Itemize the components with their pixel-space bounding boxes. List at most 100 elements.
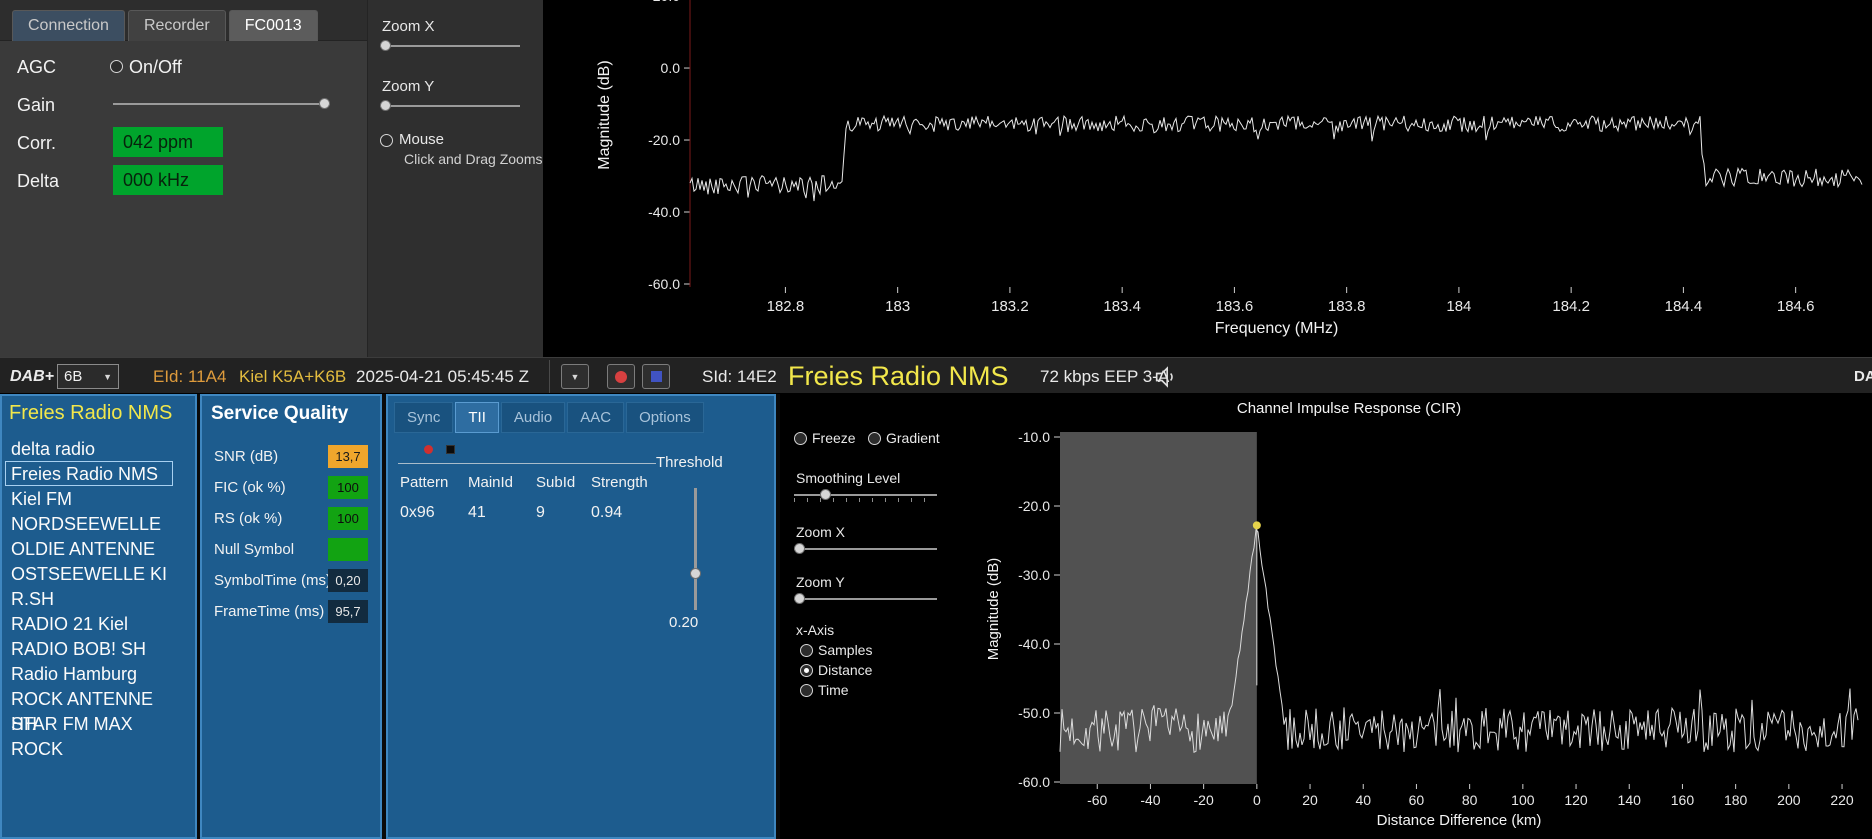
service-list-item[interactable]: delta radio <box>5 436 173 461</box>
service-list-item[interactable]: Freies Radio NMS <box>5 461 173 486</box>
cir-zoom-y-thumb[interactable] <box>794 593 805 604</box>
y-tick-label: -20.0 <box>648 132 680 148</box>
x-tick-label: 184.2 <box>1552 298 1590 315</box>
caret-down-icon: ▼ <box>103 372 112 382</box>
radio-distance[interactable] <box>800 664 813 677</box>
zoom-y-label: Zoom Y <box>382 78 434 95</box>
service-list-item[interactable]: Radio Hamburg <box>5 661 173 686</box>
zoom-y-thumb[interactable] <box>380 100 391 111</box>
threshold-slider[interactable] <box>694 488 697 610</box>
service-list-item[interactable]: R.SH <box>5 586 173 611</box>
service-list-item[interactable]: OSTSEEWELLE KI <box>5 561 173 586</box>
y-tick-label: -40.0 <box>1018 636 1050 652</box>
gain-slider-thumb[interactable] <box>319 98 330 109</box>
cir-zoom-x-slider[interactable] <box>794 548 937 550</box>
y-tick-label: -10.0 <box>1018 429 1050 445</box>
tuner-tab-bar: ConnectionRecorderFC0013 <box>0 0 367 41</box>
service-list-item[interactable]: RADIO BOB! SH <box>5 636 173 661</box>
service-list-item[interactable]: RADIO 21 Kiel <box>5 611 173 636</box>
y-tick-label: 0.0 <box>661 60 681 76</box>
tii-cell-value: 41 <box>468 504 536 522</box>
x-tick-label: 184.4 <box>1665 298 1703 315</box>
rf-spectrum-svg[interactable]: 20.00.0-20.0-40.0-60.0182.8183183.2183.4… <box>543 0 1872 357</box>
channel-select[interactable]: 6B ▼ <box>57 364 119 389</box>
x-tick-label: 80 <box>1462 792 1478 808</box>
tuner-panel: ConnectionRecorderFC0013 AGC On/Off Gain… <box>0 0 368 357</box>
agc-onoff-label: On/Off <box>129 57 182 78</box>
tii-column-header: SubId <box>536 474 591 491</box>
ensemble-id: EId: 11A4 <box>153 358 226 395</box>
zoom-y-slider[interactable] <box>380 105 520 107</box>
x-axis-radio-group: SamplesDistanceTime <box>800 642 920 702</box>
quality-badge: 100 <box>328 507 368 530</box>
tii-column-header: Pattern <box>400 474 468 491</box>
tab-audio[interactable]: Audio <box>501 402 565 433</box>
corr-value: 042 ppm <box>113 127 223 157</box>
service-list-item[interactable]: OLDIE ANTENNE <box>5 536 173 561</box>
tab-sync[interactable]: Sync <box>394 402 453 433</box>
threshold-slider-thumb[interactable] <box>690 568 701 579</box>
mouse-radio[interactable] <box>380 134 393 147</box>
quality-label: FIC (ok %) <box>214 479 286 496</box>
y-axis-title: Magnitude (dB) <box>985 558 1002 661</box>
freeze-radio[interactable] <box>794 432 807 445</box>
smoothing-slider-thumb[interactable] <box>820 489 831 500</box>
x-axis-option-label: Time <box>818 682 849 698</box>
cir-chart[interactable]: -10.0-20.0-30.0-40.0-50.0-60.0-60-40-200… <box>780 394 1872 839</box>
tii-cell-value: 9 <box>536 504 591 522</box>
tab-connection[interactable]: Connection <box>12 10 125 41</box>
tab-recorder[interactable]: Recorder <box>128 10 226 41</box>
x-axis-option: Samples <box>800 642 920 662</box>
tab-aac[interactable]: AAC <box>567 402 624 433</box>
gradient-radio[interactable] <box>868 432 881 445</box>
tab-options[interactable]: Options <box>626 402 704 433</box>
tii-cell-value: 0x96 <box>400 504 468 522</box>
stop-button[interactable] <box>642 364 670 389</box>
cir-zoom-x-thumb[interactable] <box>794 543 805 554</box>
threshold-value: 0.20 <box>669 614 698 631</box>
smoothing-slider-ticks <box>794 498 937 502</box>
x-tick-label: 180 <box>1724 792 1748 808</box>
tii-column-header: Strength <box>591 474 661 491</box>
radio-time[interactable] <box>800 684 813 697</box>
y-tick-label: -60.0 <box>1018 774 1050 790</box>
tii-record-indicator[interactable] <box>424 445 433 454</box>
delta-value: 000 kHz <box>113 165 223 195</box>
smoothing-slider[interactable] <box>794 494 937 496</box>
speaker-icon[interactable] <box>1152 363 1180 391</box>
gain-slider[interactable] <box>113 103 330 105</box>
dropdown-button[interactable]: ▼ <box>561 364 589 389</box>
rf-spectrum-chart[interactable]: 20.00.0-20.0-40.0-60.0182.8183183.2183.4… <box>543 0 1872 357</box>
x-tick-label: 220 <box>1830 792 1854 808</box>
service-list-item[interactable]: Kiel FM <box>5 486 173 511</box>
radio-samples[interactable] <box>800 644 813 657</box>
zoom-x-thumb[interactable] <box>380 40 391 51</box>
quality-badge: 0,20 <box>328 569 368 592</box>
y-tick-label: -20.0 <box>1018 498 1050 514</box>
y-tick-label: 20.0 <box>653 0 680 4</box>
service-list-item[interactable]: ROCK ANTENNE HH <box>5 686 173 711</box>
agc-radio[interactable] <box>110 60 123 73</box>
cir-zoom-y-slider[interactable] <box>794 598 937 600</box>
tab-tii[interactable]: TII <box>455 402 499 433</box>
delta-label: Delta <box>17 171 59 192</box>
y-tick-label: -60.0 <box>648 276 680 292</box>
cir-panel: -10.0-20.0-30.0-40.0-50.0-60.0-60-40-200… <box>780 394 1872 839</box>
x-tick-label: 40 <box>1355 792 1371 808</box>
tii-stop-indicator[interactable] <box>446 445 455 454</box>
service-list-title: Freies Radio NMS <box>9 402 172 425</box>
service-list-item[interactable]: STAR FM MAX ROCK <box>5 711 173 736</box>
service-id: SId: 14E2 <box>702 358 777 395</box>
tii-table-header: PatternMainIdSubIdStrength <box>400 474 661 492</box>
tii-separator <box>398 463 656 464</box>
record-button[interactable] <box>607 364 635 389</box>
spectrum-trace <box>690 116 1862 201</box>
tab-fc0013[interactable]: FC0013 <box>229 10 318 41</box>
service-quality-row: SymbolTime (ms)0,20 <box>202 566 380 597</box>
separator <box>549 360 550 393</box>
x-tick-label: 184 <box>1446 298 1471 315</box>
tii-panel: SyncTIIAudioAACOptions PatternMainIdSubI… <box>386 394 776 839</box>
zoom-x-slider[interactable] <box>380 45 520 47</box>
x-tick-label: 140 <box>1618 792 1642 808</box>
service-list-item[interactable]: NORDSEEWELLE <box>5 511 173 536</box>
